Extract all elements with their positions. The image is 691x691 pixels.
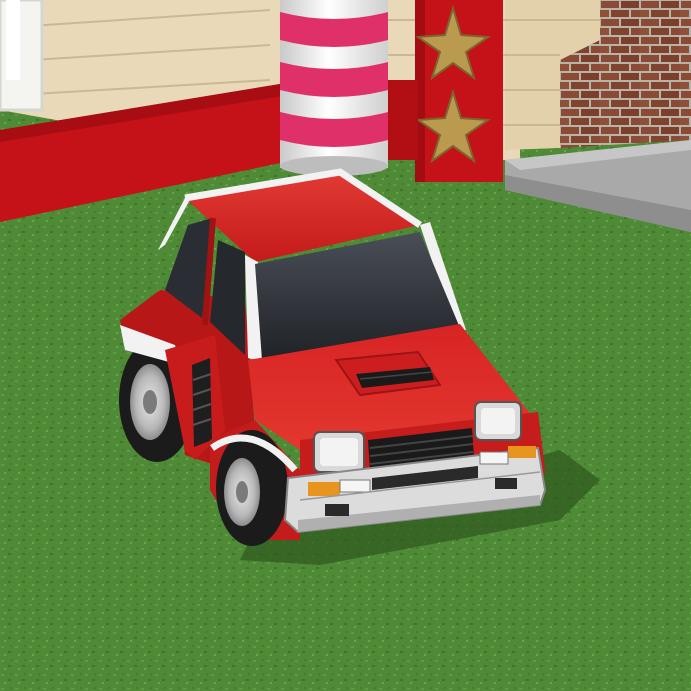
side-vent <box>192 358 212 447</box>
striped-pole <box>280 0 388 176</box>
headlight-left <box>313 431 365 473</box>
turn-signal-right <box>508 446 536 458</box>
scene-canvas <box>0 0 691 691</box>
headlight-right <box>474 401 522 441</box>
turn-signal-left <box>308 482 340 496</box>
game-scene <box>0 0 691 691</box>
